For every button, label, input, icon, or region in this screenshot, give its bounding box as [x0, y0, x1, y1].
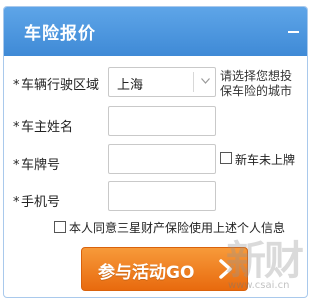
- chevron-right-icon: [219, 259, 232, 279]
- chevron-down-icon: [201, 78, 210, 84]
- required-star: *: [13, 78, 20, 93]
- new-car-label: 新车未上牌: [235, 153, 296, 167]
- panel-header: 车险报价: [4, 7, 307, 56]
- phone-label-text: 手机号: [21, 195, 61, 210]
- agree-label: 本人同意三星财产保险使用上述个人信息: [69, 221, 286, 235]
- required-star: *: [13, 195, 20, 210]
- owner-name-label: * 车主姓名: [13, 116, 73, 135]
- plate-input[interactable]: [108, 144, 216, 174]
- owner-name-label-text: 车主姓名: [21, 120, 74, 135]
- quote-panel: 车险报价 * 车辆行驶区域 上海 请选择您想投保车险的城市 * 车主姓名 * 车牌号 …: [3, 6, 308, 298]
- plate-label: * 车牌号: [13, 154, 60, 173]
- panel-title: 车险报价: [24, 24, 96, 44]
- region-label-text: 车辆行驶区域: [21, 78, 100, 93]
- submit-label: 参与活动GO: [98, 263, 195, 283]
- required-star: *: [13, 158, 20, 173]
- new-car-checkbox[interactable]: [220, 152, 232, 164]
- select-divider: [193, 72, 194, 92]
- required-star: *: [13, 120, 20, 135]
- phone-label: * 手机号: [13, 191, 60, 210]
- plate-label-text: 车牌号: [21, 158, 61, 173]
- submit-button[interactable]: 参与活动GO: [81, 247, 248, 291]
- phone-input[interactable]: [108, 181, 216, 211]
- region-selected-value: 上海: [117, 78, 144, 93]
- region-label: * 车辆行驶区域: [13, 74, 99, 93]
- region-select[interactable]: 上海: [108, 67, 216, 97]
- owner-name-input[interactable]: [108, 106, 216, 136]
- region-hint: 请选择您想投保车险的城市: [220, 69, 293, 98]
- minus-icon[interactable]: [288, 31, 299, 33]
- agree-checkbox[interactable]: [54, 221, 66, 233]
